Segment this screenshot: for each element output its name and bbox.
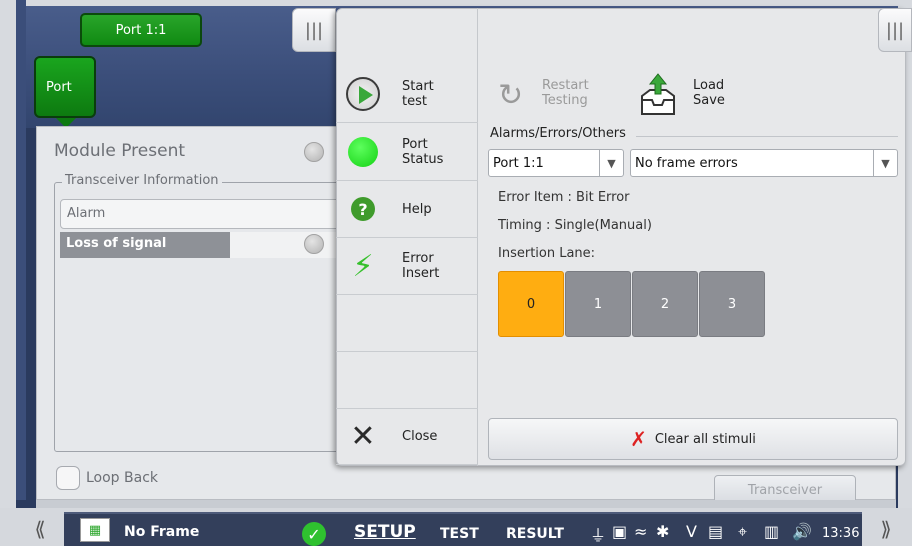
satellite-icon: ⌖ <box>738 522 748 541</box>
chevron-left-icon[interactable]: ⟪ <box>18 512 62 546</box>
section-divider <box>636 136 898 137</box>
nav-result[interactable]: RESULT <box>506 526 564 542</box>
network-icon: ▥ <box>764 522 780 541</box>
top-edge <box>0 0 912 6</box>
wifi-icon: ≈ <box>634 522 648 541</box>
restart-icon[interactable]: ↻ <box>498 78 523 113</box>
clear-all-stimuli-label: Clear all stimuli <box>654 431 756 447</box>
chevron-down-icon: ▼ <box>599 150 623 176</box>
frame-icon: ▦ <box>80 518 110 542</box>
left-edge-inner <box>16 0 26 500</box>
left-edge <box>0 0 16 546</box>
power-plug-icon: ⏚ <box>590 526 607 545</box>
transceiver-info-legend: Transceiver Information <box>62 173 222 188</box>
chevron-right-icon[interactable]: ⟫ <box>864 512 908 546</box>
load-save-label[interactable]: Load Save <box>693 78 725 108</box>
error-insert-label: Error Insert <box>402 251 440 281</box>
help-icon: ? <box>346 192 380 226</box>
port-status-button[interactable]: Port Status <box>336 124 478 181</box>
insertion-lane-label: Insertion Lane: <box>498 246 596 261</box>
bluetooth-icon: ✱ <box>656 522 670 541</box>
speaker-icon[interactable]: 🔊 <box>792 522 812 541</box>
restart-testing-label[interactable]: Restart Testing <box>542 78 589 108</box>
loop-back-label: Loop Back <box>86 470 159 486</box>
alarm-field: Alarm <box>60 199 344 229</box>
v-icon: V <box>686 522 697 541</box>
screen-icon: ▣ <box>612 522 628 541</box>
check-icon: ✓ <box>302 522 326 546</box>
nav-strip <box>36 500 896 508</box>
nav-test[interactable]: TEST <box>440 526 479 542</box>
port-button[interactable]: Port <box>34 56 96 118</box>
play-icon <box>346 77 380 111</box>
side-menu: Start test Port Status ? Help ⚡ Error In… <box>336 8 478 466</box>
frame-status-text: No Frame <box>124 524 200 540</box>
close-button[interactable]: ✕ Close <box>336 408 478 465</box>
start-test-label: Start test <box>402 79 434 109</box>
port-select[interactable]: Port 1:1 ▼ <box>488 149 624 177</box>
loss-of-signal-led <box>304 234 324 254</box>
left-panel-handle[interactable]: ||| <box>292 8 336 52</box>
help-button[interactable]: ? Help <box>336 181 478 238</box>
clock: 13:36 <box>822 526 860 541</box>
clear-all-stimuli-button[interactable]: ✗ Clear all stimuli <box>488 418 898 460</box>
help-label: Help <box>402 201 432 217</box>
lane-button-2[interactable]: 2 <box>632 271 698 337</box>
error-insert-button[interactable]: ⚡ Error Insert <box>336 238 478 295</box>
alarms-section-title: Alarms/Errors/Others <box>490 126 626 141</box>
start-test-button[interactable]: Start test <box>336 66 478 123</box>
lightning-icon: ⚡ <box>352 248 374 284</box>
module-present-led <box>304 142 324 162</box>
timing-text: Timing : Single(Manual) <box>498 218 652 233</box>
lane-button-1[interactable]: 1 <box>565 271 631 337</box>
module-present-label: Module Present <box>54 141 186 161</box>
port-status-label: Port Status <box>402 137 444 167</box>
error-item-text: Error Item : Bit Error <box>498 190 630 205</box>
close-label: Close <box>402 429 438 444</box>
clear-stimuli-icon: ✗ <box>630 427 647 451</box>
loss-of-signal-value <box>230 232 344 258</box>
port-select-value: Port 1:1 <box>493 155 544 171</box>
loop-back-checkbox[interactable] <box>56 466 80 490</box>
right-panel-handle[interactable]: ||| <box>878 8 912 52</box>
error-type-value: No frame errors <box>635 155 738 171</box>
load-save-icon[interactable] <box>636 70 680 120</box>
status-led-icon <box>346 135 380 169</box>
nav-setup[interactable]: SETUP <box>354 522 416 542</box>
lane-button-0[interactable]: 0 <box>498 271 564 337</box>
error-type-select[interactable]: No frame errors ▼ <box>630 149 898 177</box>
lane-button-3[interactable]: 3 <box>699 271 765 337</box>
loss-of-signal-label: Loss of signal <box>60 232 230 258</box>
close-icon: ✕ <box>350 419 376 454</box>
menu-empty-slot <box>336 295 478 352</box>
port-tab[interactable]: Port 1:1 <box>80 13 202 47</box>
chevron-down-icon: ▼ <box>873 150 897 176</box>
terminal-icon: ▤ <box>708 522 724 541</box>
